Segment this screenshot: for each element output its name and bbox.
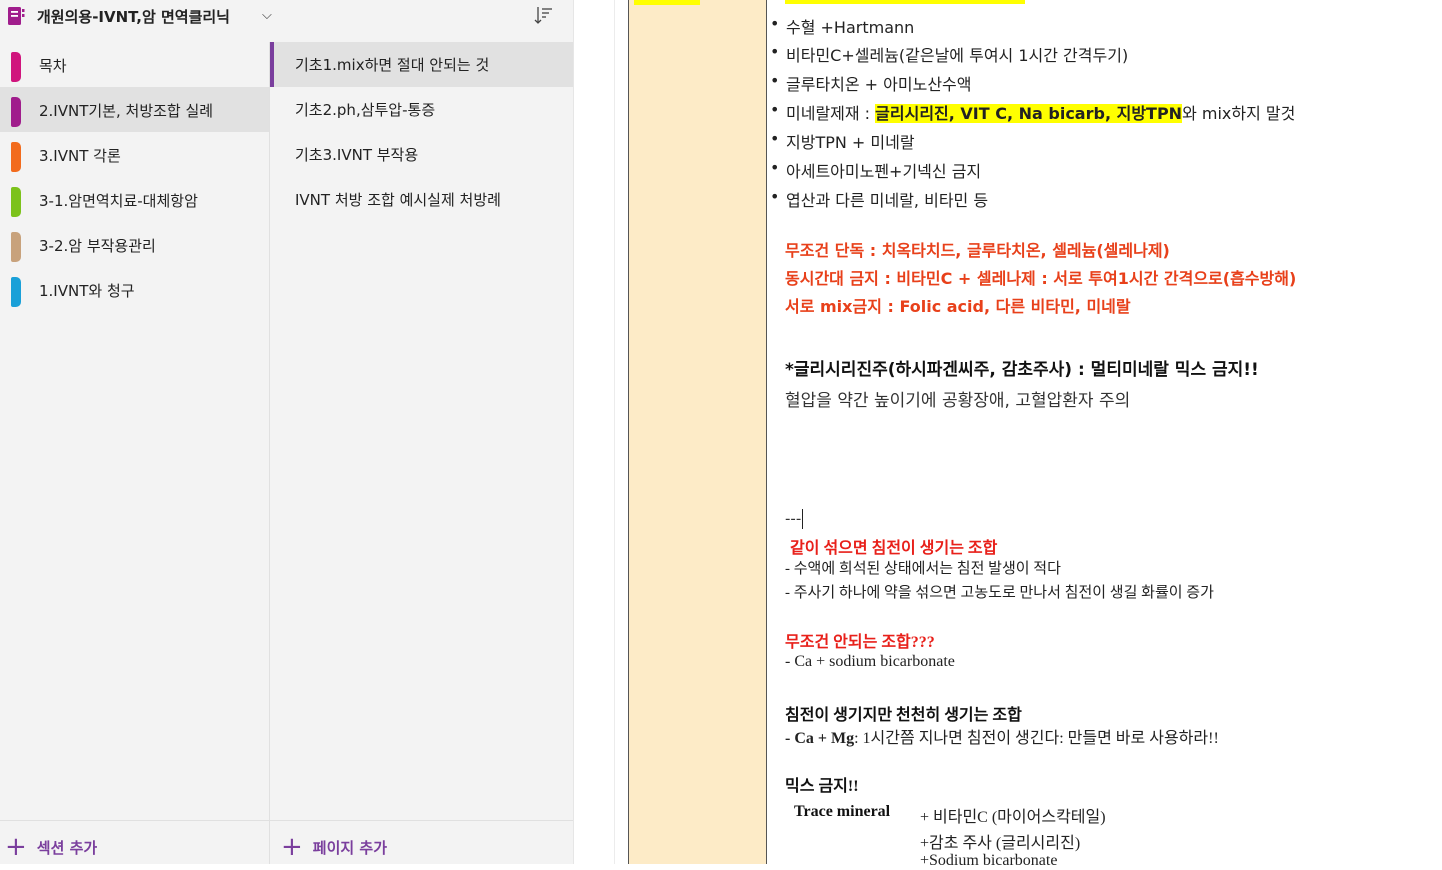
precipitation-line[interactable]: - 수액에 희석된 상태에서는 침전 발생이 적다 <box>785 557 1061 578</box>
notebook-header[interactable]: 개원의용-IVNT,암 면역클리닉 ⌵ <box>0 0 573 43</box>
section-item-side-effects[interactable]: 3-2.암 부작용관리 <box>0 222 269 267</box>
trace-item[interactable]: +감초 주사 (글리시리진) <box>920 829 1080 853</box>
section-color-tab <box>11 187 21 217</box>
section-item-ivnt-details[interactable]: 3.IVNT 각론 <box>0 132 269 177</box>
section-color-tab <box>11 277 21 307</box>
text-cursor <box>802 509 804 529</box>
section-color-tab <box>11 52 21 82</box>
bullet-icon: • <box>770 187 780 206</box>
slow-precip-line[interactable]: - Ca + Mg: 1시간쯤 지나면 침전이 생긴다: 만들면 바로 사용하라… <box>785 724 1219 748</box>
canvas-edge <box>614 0 615 864</box>
plus-icon: + <box>5 832 27 862</box>
section-label: 1.IVNT와 청구 <box>39 282 135 300</box>
section-color-tab <box>11 232 21 262</box>
list-item-text: 엽산과 다른 미네랄, 비타민 등 <box>786 191 989 210</box>
bullet-icon: • <box>770 100 780 119</box>
bullet-icon: • <box>770 129 780 148</box>
section-label: 목차 <box>39 57 67 75</box>
add-page-button[interactable]: + 페이지 추가 <box>281 832 387 862</box>
red-note-line[interactable]: 동시간대 금지 : 비타민C + 셀레나제 : 서로 투여1시간 간격으로(흡수… <box>785 265 1296 289</box>
sections-pane: 목차 2.IVNT기본, 처방조합 실례 3.IVNT 각론 3-1.암면역치료… <box>0 42 269 864</box>
bullet-icon: • <box>770 71 780 90</box>
precipitation-heading[interactable]: 같이 섞으면 침전이 생기는 조합 <box>790 534 997 558</box>
highlight-fragment <box>785 0 1025 4</box>
page-item-prescription-examples[interactable]: IVNT 처방 조합 예시실제 처방례 <box>270 177 573 222</box>
section-color-tab <box>11 142 21 172</box>
dash-line[interactable]: --- <box>785 509 804 529</box>
bullet-icon: • <box>770 14 780 33</box>
notebook-icon <box>8 7 25 25</box>
page-item-mix-forbidden[interactable]: 기초1.mix하면 절대 안되는 것 <box>270 42 573 87</box>
table-cell-left[interactable] <box>628 0 767 864</box>
list-item-text: 수혈 +Hartmann <box>786 18 915 37</box>
section-label: 3-2.암 부작용관리 <box>39 237 156 255</box>
never-combine-heading[interactable]: 무조건 안되는 조합??? <box>785 628 935 652</box>
page-item-ivnt-side-effects[interactable]: 기초3.IVNT 부작용 <box>270 132 573 177</box>
section-label: 3.IVNT 각론 <box>39 147 121 165</box>
bullet-icon: • <box>770 42 780 61</box>
add-section-label: 섹션 추가 <box>36 838 98 857</box>
list-item-text: 아세트아미노펜+기넥신 금지 <box>786 162 982 181</box>
chevron-down-icon[interactable]: ⌵ <box>262 8 272 23</box>
page-item-ph-osmolality[interactable]: 기초2.ph,삼투압-통증 <box>270 87 573 132</box>
section-label: 2.IVNT기본, 처방조합 실례 <box>39 102 214 120</box>
list-item-text: 미네랄제재 : 글리시리진, VIT C, Na bicarb, 지방TPN와 … <box>786 104 1296 123</box>
page-label: 기초1.mix하면 절대 안되는 것 <box>295 56 490 74</box>
page-label: 기초2.ph,삼투압-통증 <box>295 101 436 119</box>
red-note-line[interactable]: 서로 mix금지 : Folic acid, 다른 비타민, 미네랄 <box>785 293 1131 317</box>
add-page-label: 페이지 추가 <box>312 838 388 857</box>
section-color-tab <box>11 97 21 127</box>
page-label: 기초3.IVNT 부작용 <box>295 146 419 164</box>
highlighted-text: 글리시리진, VIT C, Na bicarb, 지방TPN <box>875 104 1183 123</box>
selection-indicator <box>270 42 274 87</box>
highlight-fragment <box>634 0 700 5</box>
list-item-text: 지방TPN + 미네랄 <box>786 133 915 152</box>
slow-precip-heading[interactable]: 침전이 생기지만 천천히 생기는 조합 <box>785 701 1022 725</box>
add-section-button[interactable]: + 섹션 추가 <box>5 832 97 862</box>
section-item-cancer-immuno[interactable]: 3-1.암면역치료-대체항암 <box>0 177 269 222</box>
precipitation-line[interactable]: - 주사기 하나에 약을 섞으면 고농도로 만나서 침전이 생길 화률이 증가 <box>785 581 1214 602</box>
trace-item[interactable]: +Sodium bicarbonate <box>920 852 1057 870</box>
bullet-icon: • <box>770 158 780 177</box>
never-combine-line[interactable]: - Ca + sodium bicarbonate <box>785 653 955 671</box>
page-label: IVNT 처방 조합 예시실제 처방례 <box>295 191 501 209</box>
pages-pane: 기초1.mix하면 절대 안되는 것 기초2.ph,삼투압-통증 기초3.IVN… <box>270 42 573 864</box>
section-item-toc[interactable]: 목차 <box>0 42 269 87</box>
pane-edge <box>573 0 574 864</box>
trace-item[interactable]: + 비타민C (마이어스칵테일) <box>920 803 1106 827</box>
red-note-line[interactable]: 무조건 단독 : 치옥타치드, 글루타치온, 셀레늄(셀레나제) <box>785 237 1170 261</box>
mix-ban-heading[interactable]: 믹스 금지!! <box>785 772 859 796</box>
footer-divider <box>270 820 573 821</box>
notebook-title[interactable]: 개원의용-IVNT,암 면역클리닉 <box>37 6 230 27</box>
section-item-ivnt-basics[interactable]: 2.IVNT기본, 처방조합 실례 <box>0 87 269 132</box>
glycyrrhizin-note[interactable]: 혈압을 약간 높이기에 공황장애, 고혈압환자 주의 <box>785 386 1130 411</box>
trace-mineral-label[interactable]: Trace mineral <box>794 803 890 821</box>
glycyrrhizin-heading[interactable]: *글리시리진주(하시파겐씨주, 감초주사) : 멀티미네랄 믹스 금지!! <box>785 355 1259 380</box>
list-item-text: 글루타치온 + 아미노산수액 <box>786 75 972 94</box>
list-item-text: 비타민C+셀레늄(같은날에 투여시 1시간 간격두기) <box>786 46 1129 65</box>
sort-icon[interactable] <box>533 4 555 26</box>
footer-divider <box>0 820 269 821</box>
page-content[interactable]: • 수혈 +Hartmann • 비타민C+셀레늄(같은날에 투여시 1시간 간… <box>770 0 1430 869</box>
section-label: 3-1.암면역치료-대체항암 <box>39 192 198 210</box>
plus-icon: + <box>281 832 303 862</box>
section-item-ivnt-claims[interactable]: 1.IVNT와 청구 <box>0 267 269 312</box>
